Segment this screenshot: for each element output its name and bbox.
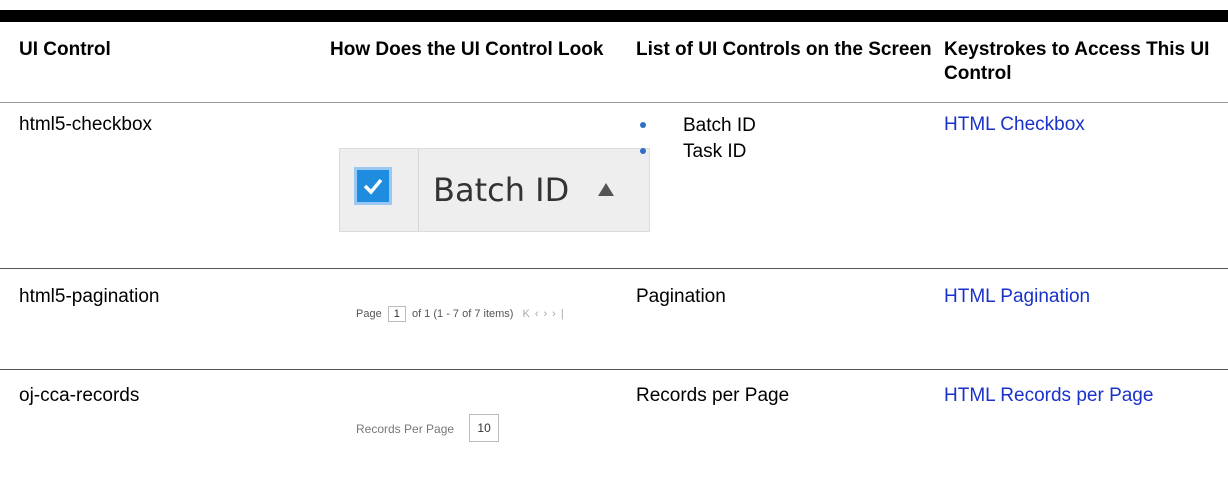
pagination-nav-icons: K‹››| <box>522 308 569 320</box>
header-how-it-looks: How Does the UI Control Look <box>330 39 604 60</box>
control-name-records: oj-cca-records <box>19 385 140 406</box>
list-item: Task ID <box>636 139 756 165</box>
control-name-checkbox: html5-checkbox <box>19 114 153 135</box>
pagination-page-input: 1 <box>387 306 406 322</box>
checkbox-cell <box>340 149 419 231</box>
list-text-pagination: Pagination <box>636 286 726 307</box>
bullet-icon <box>640 122 646 128</box>
checkbox-preview-image: Batch ID <box>339 148 650 232</box>
list-item: Batch ID <box>636 113 756 139</box>
pagination-page-label: Page <box>356 308 382 320</box>
records-per-page-select: 10 <box>469 414 499 442</box>
checkbox-preview-label: Batch ID <box>433 171 570 209</box>
checkbox-control-list: Batch ID Task ID <box>636 113 756 165</box>
records-per-page-preview-image: Records Per Page 10 <box>356 414 499 442</box>
link-html-records-per-page[interactable]: HTML Records per Page <box>944 384 1153 408</box>
header-list-of-controls: List of UI Controls on the Screen <box>636 39 932 60</box>
pagination-preview-image: Page 1 of 1 (1 - 7 of 7 items) K‹››| <box>356 306 569 322</box>
row-divider <box>0 268 1228 269</box>
header-ui-control: UI Control <box>19 39 111 60</box>
bullet-icon <box>640 148 646 154</box>
pagination-of-text: of 1 <box>411 308 431 320</box>
header-divider <box>0 102 1228 103</box>
sort-ascending-icon <box>598 183 614 196</box>
header-keystrokes: Keystrokes to Access This UI Control <box>944 39 1210 84</box>
records-per-page-label: Records Per Page <box>356 421 455 436</box>
control-name-pagination: html5-pagination <box>19 286 160 307</box>
link-html-checkbox[interactable]: HTML Checkbox <box>944 113 1085 137</box>
top-border-bar <box>0 10 1228 22</box>
checkbox-checked-icon <box>354 167 392 205</box>
row-divider <box>0 369 1228 370</box>
pagination-items-text: (1 - 7 of 7 items) <box>433 308 514 320</box>
list-text-records: Records per Page <box>636 385 790 406</box>
link-html-pagination[interactable]: HTML Pagination <box>944 285 1090 309</box>
